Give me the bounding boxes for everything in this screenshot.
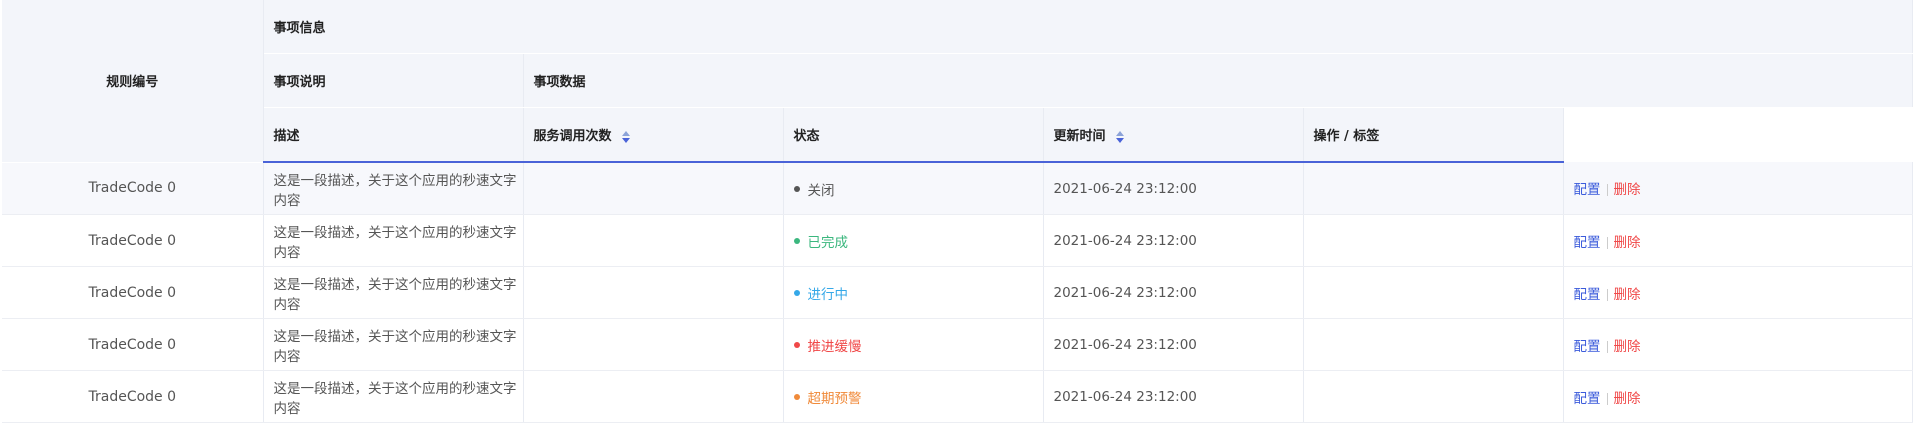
delete-link[interactable]: 删除 xyxy=(1614,287,1641,303)
status-text: 关闭 xyxy=(807,182,835,199)
actions-cell: 配置 删除 xyxy=(1563,370,1913,423)
delete-link[interactable]: 删除 xyxy=(1614,182,1641,198)
rule-code-cell: TradeCode 0 xyxy=(2,214,264,267)
header-desc: 描述 xyxy=(263,107,524,163)
divider xyxy=(1606,392,1608,405)
call-count-cell xyxy=(523,266,784,319)
table-header: 规则编号 事项信息 事项说明 事项数据 描述 服务调用次数 状态 更新时间 操作… xyxy=(2,0,1913,163)
updated-at-cell: 2021-06-24 23:12:00 xyxy=(1043,266,1304,319)
config-link[interactable]: 配置 xyxy=(1574,182,1601,198)
call-count-cell xyxy=(523,318,784,371)
header-updated-at[interactable]: 更新时间 xyxy=(1043,107,1304,163)
status-cell: 关闭 xyxy=(783,162,1044,215)
rule-code: TradeCode 0 xyxy=(88,284,177,301)
sort-icon[interactable] xyxy=(622,130,631,143)
desc-text: 这是一段描述，关于这个应用的秒速文字内容 xyxy=(273,224,517,261)
updated-at-cell: 2021-06-24 23:12:00 xyxy=(1043,370,1304,423)
desc-text: 这是一段描述，关于这个应用的秒速文字内容 xyxy=(273,172,517,209)
table-row: TradeCode 0 这是一段描述，关于这个应用的秒速文字内容 推进缓慢 20… xyxy=(2,318,1913,371)
actions-cell: 配置 删除 xyxy=(1563,162,1913,215)
header-call-count[interactable]: 服务调用次数 xyxy=(523,107,784,163)
rule-code-cell: TradeCode 0 xyxy=(2,370,264,423)
config-link[interactable]: 配置 xyxy=(1574,391,1601,407)
status-text: 进行中 xyxy=(807,286,849,303)
desc-cell: 这是一段描述，关于这个应用的秒速文字内容 xyxy=(263,266,524,319)
table-row: TradeCode 0 这是一段描述，关于这个应用的秒速文字内容 进行中 202… xyxy=(2,266,1913,319)
rule-code: TradeCode 0 xyxy=(88,336,177,353)
header-item-desc-group: 事项说明 xyxy=(263,53,524,108)
rule-code: TradeCode 0 xyxy=(88,232,177,249)
status-dot-icon xyxy=(793,185,800,192)
status-text: 超期预警 xyxy=(807,390,862,407)
header-item-data-group: 事项数据 xyxy=(523,53,1913,108)
config-link[interactable]: 配置 xyxy=(1574,287,1601,303)
empty-cell xyxy=(1303,318,1564,371)
table-row: TradeCode 0 这是一段描述，关于这个应用的秒速文字内容 超期预警 20… xyxy=(2,370,1913,423)
rule-code-cell: TradeCode 0 xyxy=(2,266,264,319)
header-call-count-label: 服务调用次数 xyxy=(533,129,612,144)
empty-cell xyxy=(1303,266,1564,319)
desc-cell: 这是一段描述，关于这个应用的秒速文字内容 xyxy=(263,370,524,423)
status-text: 推进缓慢 xyxy=(807,338,862,355)
divider xyxy=(1606,236,1608,249)
header-updated-at-label: 更新时间 xyxy=(1053,129,1106,144)
actions-cell: 配置 删除 xyxy=(1563,318,1913,371)
desc-cell: 这是一段描述，关于这个应用的秒速文字内容 xyxy=(263,214,524,267)
divider xyxy=(1606,340,1608,353)
table-row: TradeCode 0 这是一段描述，关于这个应用的秒速文字内容 已完成 202… xyxy=(2,214,1913,267)
empty-cell xyxy=(1303,214,1564,267)
actions-cell: 配置 删除 xyxy=(1563,214,1913,267)
rule-code: TradeCode 0 xyxy=(88,388,177,405)
status-dot-icon xyxy=(793,237,800,244)
call-count-cell xyxy=(523,162,784,215)
status-text: 已完成 xyxy=(807,234,849,251)
divider xyxy=(1606,288,1608,301)
rule-code-cell: TradeCode 0 xyxy=(2,162,264,215)
desc-text: 这是一段描述，关于这个应用的秒速文字内容 xyxy=(273,328,517,365)
updated-at-cell: 2021-06-24 23:12:00 xyxy=(1043,162,1304,215)
status-cell: 已完成 xyxy=(783,214,1044,267)
rules-table: 规则编号 事项信息 事项说明 事项数据 描述 服务调用次数 状态 更新时间 操作… xyxy=(2,0,1913,423)
desc-text: 这是一段描述，关于这个应用的秒速文字内容 xyxy=(273,276,517,313)
delete-link[interactable]: 删除 xyxy=(1614,391,1641,407)
header-actions: 操作 / 标签 xyxy=(1303,107,1564,163)
delete-link[interactable]: 删除 xyxy=(1614,235,1641,251)
status-dot-icon xyxy=(793,393,800,400)
updated-at-text: 2021-06-24 23:12:00 xyxy=(1053,336,1197,353)
header-item-info: 事项信息 xyxy=(263,0,1913,54)
actions-cell: 配置 删除 xyxy=(1563,266,1913,319)
data-table-container: 规则编号 事项信息 事项说明 事项数据 描述 服务调用次数 状态 更新时间 操作… xyxy=(0,0,1913,429)
rule-code-cell: TradeCode 0 xyxy=(2,318,264,371)
updated-at-text: 2021-06-24 23:12:00 xyxy=(1053,232,1197,249)
config-link[interactable]: 配置 xyxy=(1574,235,1601,251)
status-cell: 超期预警 xyxy=(783,370,1044,423)
config-link[interactable]: 配置 xyxy=(1574,339,1601,355)
call-count-cell xyxy=(523,370,784,423)
call-count-cell xyxy=(523,214,784,267)
updated-at-text: 2021-06-24 23:12:00 xyxy=(1053,180,1197,197)
header-rule-no: 规则编号 xyxy=(2,0,264,163)
updated-at-cell: 2021-06-24 23:12:00 xyxy=(1043,318,1304,371)
empty-cell xyxy=(1303,162,1564,215)
table-body: TradeCode 0 这是一段描述，关于这个应用的秒速文字内容 关闭 2021… xyxy=(2,162,1913,423)
desc-text: 这是一段描述，关于这个应用的秒速文字内容 xyxy=(273,380,517,417)
header-status: 状态 xyxy=(783,107,1044,163)
updated-at-text: 2021-06-24 23:12:00 xyxy=(1053,388,1197,405)
sort-icon[interactable] xyxy=(1116,130,1125,143)
empty-cell xyxy=(1303,370,1564,423)
delete-link[interactable]: 删除 xyxy=(1614,339,1641,355)
desc-cell: 这是一段描述，关于这个应用的秒速文字内容 xyxy=(263,318,524,371)
desc-cell: 这是一段描述，关于这个应用的秒速文字内容 xyxy=(263,162,524,215)
status-cell: 推进缓慢 xyxy=(783,318,1044,371)
status-dot-icon xyxy=(793,341,800,348)
status-cell: 进行中 xyxy=(783,266,1044,319)
updated-at-cell: 2021-06-24 23:12:00 xyxy=(1043,214,1304,267)
table-row: TradeCode 0 这是一段描述，关于这个应用的秒速文字内容 关闭 2021… xyxy=(2,162,1913,215)
updated-at-text: 2021-06-24 23:12:00 xyxy=(1053,284,1197,301)
divider xyxy=(1606,184,1608,196)
rule-code: TradeCode 0 xyxy=(88,180,177,197)
status-dot-icon xyxy=(793,289,800,296)
